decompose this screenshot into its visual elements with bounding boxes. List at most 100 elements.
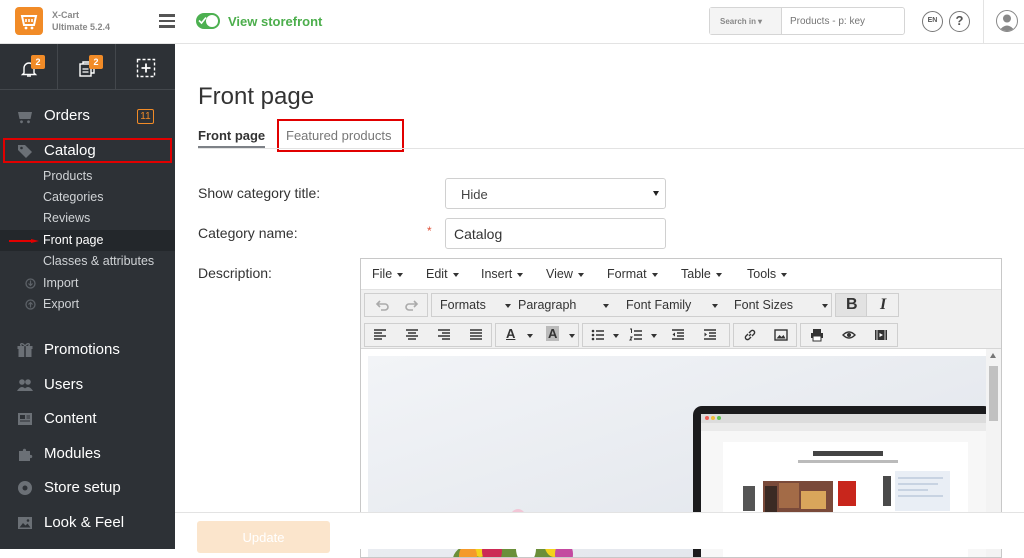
paragraph-label: Paragraph — [518, 298, 577, 312]
sidebar-item-users[interactable]: Users — [0, 370, 175, 400]
menu-edit[interactable]: Edit — [426, 267, 459, 281]
chevron-down-icon[interactable] — [613, 334, 619, 338]
notifications-button[interactable]: 2 — [0, 44, 58, 90]
xcart-logo[interactable] — [15, 7, 43, 35]
main-content: Front page Front page Featured products … — [175, 44, 1024, 558]
user-avatar-icon[interactable] — [996, 10, 1018, 32]
new-orders-button[interactable]: 2 — [58, 44, 116, 90]
link-icon[interactable] — [743, 328, 757, 342]
chevron-down-icon — [577, 272, 584, 277]
menu-label: View — [546, 267, 573, 281]
search-input[interactable] — [783, 8, 903, 34]
sidebar-item-modules[interactable]: Modules — [0, 439, 175, 469]
align-left-icon[interactable] — [373, 328, 387, 342]
sidebar-subitem-products[interactable]: Products — [0, 166, 175, 187]
image-icon[interactable] — [774, 328, 788, 342]
chevron-down-icon[interactable] — [651, 334, 657, 338]
align-justify-icon[interactable] — [469, 328, 483, 342]
font-sizes-label: Font Sizes — [734, 298, 794, 312]
catalog-highlight-box — [3, 138, 172, 163]
red-arrow-icon — [9, 239, 39, 243]
scrollbar-thumb[interactable] — [989, 366, 998, 421]
brand-version: Ultimate 5.2.4 — [52, 22, 111, 32]
scroll-up-icon[interactable] — [990, 353, 996, 358]
paragraph-dropdown[interactable]: Paragraph — [518, 294, 618, 316]
menu-format[interactable]: Format — [607, 267, 658, 281]
hamburger-menu-icon[interactable] — [159, 14, 175, 28]
sidebar-item-label: Modules — [44, 445, 101, 462]
sidebar-subitem-categories[interactable]: Categories — [0, 187, 175, 208]
font-family-dropdown[interactable]: Font Family — [626, 294, 726, 316]
text-color-button[interactable]: A — [498, 324, 538, 346]
italic-label: I — [880, 296, 887, 313]
language-switcher[interactable]: EN — [922, 11, 943, 32]
sidebar-item-label: Promotions — [44, 341, 120, 358]
indent-icon[interactable] — [703, 328, 717, 342]
menu-table[interactable]: Table — [681, 267, 722, 281]
chevron-down-icon — [517, 272, 524, 277]
background-color-button[interactable]: A — [538, 324, 578, 346]
sidebar: 2 2 Orders 11 Catalog Products Categorie… — [0, 44, 175, 549]
category-name-label: Category name: — [198, 225, 298, 241]
show-category-title-select[interactable]: Hide — [445, 178, 666, 209]
view-storefront-link[interactable]: View storefront — [228, 14, 322, 29]
editor-menubar: File Edit Insert View Format Table Tools — [361, 259, 1001, 290]
sidebar-subitem-classes-attributes[interactable]: Classes & attributes — [0, 251, 175, 272]
orders-badge: 2 — [89, 55, 103, 69]
sidebar-subitem-export[interactable]: Export — [0, 294, 175, 315]
chevron-down-icon — [505, 304, 511, 308]
quick-actions: 2 2 — [0, 44, 175, 90]
media-icon[interactable] — [874, 328, 888, 342]
redo-icon[interactable] — [405, 298, 419, 312]
italic-button[interactable]: I — [868, 294, 899, 316]
image-icon — [18, 517, 32, 529]
menu-label: Edit — [426, 267, 448, 281]
sidebar-subitem-import[interactable]: Import — [0, 273, 175, 294]
sidebar-item-label: Look & Feel — [44, 514, 125, 531]
sidebar-item-orders[interactable]: Orders 11 — [0, 101, 175, 131]
font-sizes-dropdown[interactable]: Font Sizes — [734, 294, 832, 316]
numbered-list-icon[interactable] — [629, 328, 643, 342]
color-group: A A — [495, 323, 579, 347]
bottom-action-bar: Update — [175, 512, 1024, 553]
sidebar-item-label: Users — [44, 376, 84, 393]
search-scope-dropdown[interactable]: Search in ▾ — [710, 8, 782, 34]
content-icon — [18, 413, 32, 425]
sidebar-subitem-label: Classes & attributes — [43, 254, 155, 268]
undo-icon[interactable] — [375, 298, 389, 312]
show-category-title-label: Show category title: — [198, 185, 321, 201]
sidebar-subitem-front-page[interactable]: Front page — [0, 230, 175, 251]
formats-dropdown[interactable]: Formats — [440, 294, 516, 316]
menu-file[interactable]: File — [372, 267, 404, 281]
align-right-icon[interactable] — [437, 328, 451, 342]
divider — [983, 0, 984, 44]
help-button[interactable]: ? — [949, 11, 970, 32]
bullet-list-icon[interactable] — [591, 328, 605, 342]
add-square-icon — [136, 58, 156, 78]
tab-front-page[interactable]: Front page — [198, 128, 266, 148]
menu-label: Tools — [747, 267, 777, 281]
outdent-icon[interactable] — [671, 328, 685, 342]
orders-count-badge: 11 — [137, 109, 154, 124]
category-name-input[interactable] — [445, 218, 666, 249]
sidebar-subitem-reviews[interactable]: Reviews — [0, 208, 175, 229]
bold-button[interactable]: B — [836, 294, 867, 316]
alignment-group — [364, 323, 492, 347]
sidebar-item-promotions[interactable]: Promotions — [0, 335, 175, 365]
menu-label: File — [372, 267, 393, 281]
editor-toolbar-row-2: A A — [361, 320, 1001, 349]
storefront-toggle[interactable] — [196, 13, 220, 29]
print-icon[interactable] — [810, 328, 824, 342]
menu-view[interactable]: View — [546, 267, 584, 281]
menu-tools[interactable]: Tools — [747, 267, 788, 281]
sidebar-item-look-feel[interactable]: Look & Feel — [0, 508, 175, 538]
notifications-badge: 2 — [31, 55, 45, 69]
add-new-button[interactable] — [117, 44, 175, 90]
sidebar-item-store-setup[interactable]: Store setup — [0, 473, 175, 503]
preview-eye-icon[interactable] — [842, 328, 856, 342]
update-button[interactable]: Update — [197, 521, 330, 553]
align-center-icon[interactable] — [405, 328, 419, 342]
sidebar-item-content[interactable]: Content — [0, 404, 175, 434]
menu-insert[interactable]: Insert — [481, 267, 524, 281]
chevron-down-icon — [712, 304, 718, 308]
